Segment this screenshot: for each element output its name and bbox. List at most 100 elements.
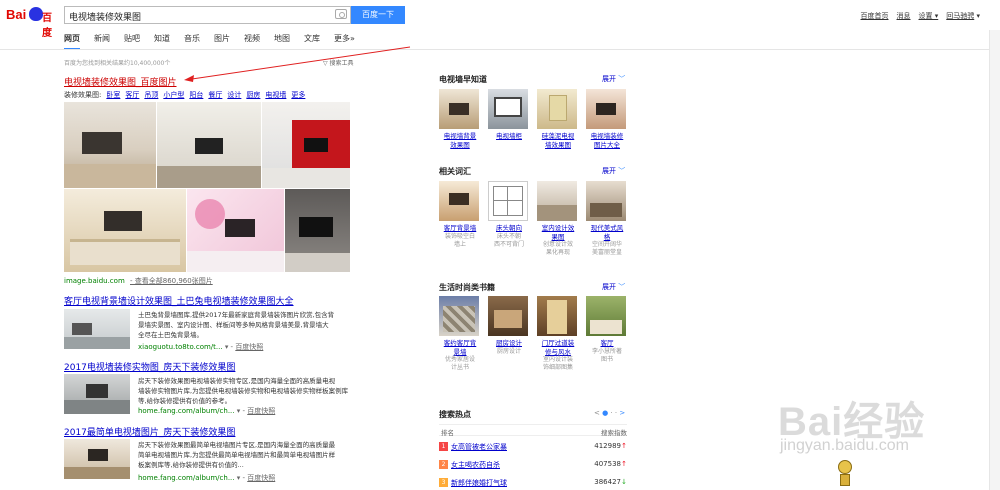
chevron-down-icon: ﹀ xyxy=(618,167,626,175)
collage-photo[interactable] xyxy=(285,189,350,272)
tab-news[interactable]: 新闻 xyxy=(94,33,110,50)
hot-row[interactable]: 1 女高管被老公家暴 412989 ↑ xyxy=(439,441,627,454)
related-card[interactable]: 客厅背景墙 装饰吸空白 墙上 xyxy=(439,181,481,249)
baidu-logo[interactable]: Bai 百度 xyxy=(6,6,60,39)
know-card[interactable]: 电视墙柜 xyxy=(488,89,530,141)
sublink-balcony[interactable]: 阳台 xyxy=(189,90,203,100)
rank-badge: 3 xyxy=(439,478,448,487)
search-button[interactable]: 百度一下 xyxy=(351,6,405,24)
camera-icon[interactable] xyxy=(335,9,347,19)
view-all-images-link[interactable]: - 查看全部860,960张图片 xyxy=(130,277,213,285)
collage-photo[interactable] xyxy=(187,189,284,272)
hot-pager[interactable]: < ● · · > xyxy=(594,409,625,417)
book-card[interactable]: 客厅 李小慧所著 图书 xyxy=(586,296,628,364)
arrow-up-icon: ↑ xyxy=(621,460,627,468)
settings-link[interactable]: 设置 ▾ xyxy=(919,11,939,21)
result-3-description: 房天下装修效果图电视墙装修实物专区,是国内海量全面的高质量电视 墙装修实物图片库… xyxy=(138,377,349,405)
sublink-ceiling[interactable]: 吊顶 xyxy=(144,90,158,100)
know-card[interactable]: 硅藻泥电视 墙效果图 xyxy=(537,89,579,149)
result-1-sublinks: 装修效果图: 卧室 客厅 吊顶 小户型 阳台 餐厅 设计 厨房 电视墙 更多 xyxy=(64,90,306,100)
collage-photo[interactable] xyxy=(64,102,156,188)
result-4-source: home.fang.com/album/ch... ▾ - 百度快照 xyxy=(138,474,276,482)
tab-web[interactable]: 网页 xyxy=(64,33,80,50)
rank-badge: 2 xyxy=(439,460,448,469)
book-card[interactable]: 厨房设计 厨房设计 xyxy=(488,296,530,356)
result-4-thumbnail[interactable] xyxy=(64,439,130,479)
home-link[interactable]: 百度首页 xyxy=(861,11,889,21)
sublink-living[interactable]: 客厅 xyxy=(125,90,139,100)
hot-row[interactable]: 2 女主喝农药自杀 407538 ↑ xyxy=(439,459,627,472)
card-image xyxy=(488,296,528,336)
rank-badge: 1 xyxy=(439,442,448,451)
book-card[interactable]: 门厅过道装 修与风水 室内设计装 饰细部图集 xyxy=(537,296,579,372)
result-2-thumbnail[interactable] xyxy=(64,309,130,349)
related-card[interactable]: 室内设计效 果图 创意设计效 果化再现 xyxy=(537,181,579,257)
hot-row[interactable]: 3 新郎伴娘婚打气球 386427 ↓ xyxy=(439,477,627,490)
result-1-source: image.baidu.com - 查看全部860,960张图片 xyxy=(64,277,213,285)
chevron-down-icon: ﹀ xyxy=(618,283,626,291)
tab-music[interactable]: 音乐 xyxy=(184,33,200,50)
messages-link[interactable]: 消息 xyxy=(897,11,911,21)
card-image xyxy=(488,181,528,221)
snapshot-link[interactable]: 百度快照 xyxy=(247,407,275,415)
result-count: 百度为您找到相关结果约10,400,000个 xyxy=(64,60,171,67)
tab-zhidao[interactable]: 知道 xyxy=(154,33,170,50)
card-image xyxy=(537,296,577,336)
sublink-bedroom[interactable]: 卧室 xyxy=(106,90,120,100)
snapshot-link[interactable]: 百度快照 xyxy=(235,343,263,351)
know-title: 电视墙早知道 xyxy=(439,75,487,84)
card-image xyxy=(586,296,626,336)
result-3-thumbnail[interactable] xyxy=(64,374,130,414)
sublink-kitchen[interactable]: 厨房 xyxy=(246,90,260,100)
result-2-source: xiaoguotu.to8to.com/t... ▾ - 百度快照 xyxy=(138,343,264,351)
sublink-dining[interactable]: 餐厅 xyxy=(208,90,222,100)
tab-wenku[interactable]: 文库 xyxy=(304,33,320,50)
result-1-title[interactable]: 电视墙装修效果图_百度图片 xyxy=(64,75,177,88)
tab-map[interactable]: 地图 xyxy=(274,33,290,50)
card-image xyxy=(537,181,577,221)
tab-more[interactable]: 更多» xyxy=(334,33,355,50)
user-link[interactable]: 回马驰骋 ▾ xyxy=(946,11,980,21)
snapshot-link[interactable]: 百度快照 xyxy=(247,474,275,482)
collage-photo[interactable] xyxy=(64,189,186,272)
card-image xyxy=(586,89,626,129)
scrollbar[interactable] xyxy=(989,30,1000,490)
know-card[interactable]: 电视墙背景 效果图 xyxy=(439,89,481,149)
sublink-more[interactable]: 更多 xyxy=(291,90,305,100)
related-expand[interactable]: 展开 ﹀ xyxy=(602,166,625,176)
sublink-tvwall[interactable]: 电视墙 xyxy=(265,90,286,100)
result-2-title[interactable]: 客厅电视背景墙设计效果图_土巴兔电视墙装修效果图大全 xyxy=(64,294,294,307)
search-input[interactable]: 电视墙装修效果图 xyxy=(64,6,351,24)
know-card[interactable]: 电视墙装修 图片大全 xyxy=(586,89,628,149)
arrow-up-icon: ↑ xyxy=(621,442,627,450)
logo-text-right: 百度 xyxy=(42,13,52,39)
tab-images[interactable]: 图片 xyxy=(214,33,230,50)
tab-tieba[interactable]: 贴吧 xyxy=(124,33,140,50)
card-image xyxy=(586,181,626,221)
result-4-title[interactable]: 2017最简单电视墙图片_房天下装修效果图 xyxy=(64,425,235,438)
know-expand[interactable]: 展开 ﹀ xyxy=(602,74,625,84)
result-3-title[interactable]: 2017电视墙装修实物图_房天下装修效果图 xyxy=(64,360,235,373)
books-expand[interactable]: 展开 ﹀ xyxy=(602,282,625,292)
books-title: 生活时尚类书籍 xyxy=(439,283,495,292)
sublink-small[interactable]: 小户型 xyxy=(163,90,184,100)
chevron-down-icon: ﹀ xyxy=(618,75,626,83)
result-4-description: 房天下装修效果图最简单电视墙图片专区,是国内海量全面的高质量最 简单电视墙图片库… xyxy=(138,441,336,469)
result-3-source: home.fang.com/album/ch... ▾ - 百度快照 xyxy=(138,407,276,415)
sublink-design[interactable]: 设计 xyxy=(227,90,241,100)
hot-title: 搜索热点 xyxy=(439,410,471,419)
book-card[interactable]: 客约客厅背 景墙 优秀家居设 计丛书 xyxy=(439,296,481,372)
collage-photo[interactable] xyxy=(262,102,350,188)
mascot-icon xyxy=(832,458,858,488)
hot-header: 排名 搜索指数 xyxy=(439,424,627,437)
search-tools[interactable]: ▽ 搜索工具 xyxy=(323,58,354,67)
collage-photo[interactable] xyxy=(157,102,261,188)
top-links: 百度首页 消息 设置 ▾ 回马驰骋 ▾ xyxy=(861,11,981,21)
related-card[interactable]: 床头朝向 床头不朝 西不可背门 xyxy=(488,181,530,249)
arrow-down-icon: ↓ xyxy=(621,478,627,486)
related-title: 相关词汇 xyxy=(439,167,471,176)
tab-video[interactable]: 视频 xyxy=(244,33,260,50)
card-image xyxy=(537,89,577,129)
related-card[interactable]: 现代美式风格 空间开阔华 美富丽堂皇 xyxy=(586,181,628,257)
search-tabs: 网页 新闻 贴吧 知道 音乐 图片 视频 地图 文库 更多» xyxy=(64,33,369,50)
